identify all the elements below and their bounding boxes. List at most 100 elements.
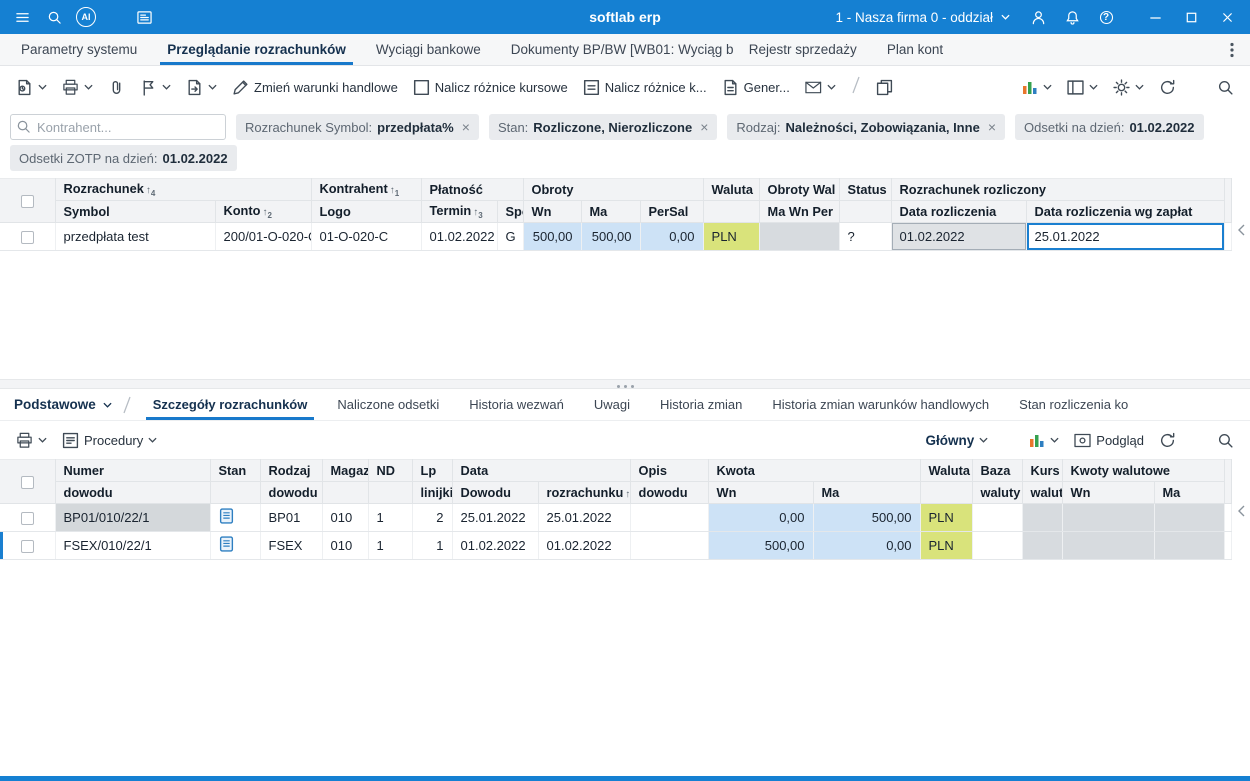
cell-magaz[interactable]: 010: [322, 503, 369, 532]
select-all-checkbox[interactable]: [20, 195, 34, 209]
notifications-button[interactable]: [1056, 2, 1088, 32]
col-group-lp[interactable]: Lp: [412, 459, 453, 482]
cell-stan[interactable]: [210, 503, 261, 532]
cell-status[interactable]: ?: [839, 222, 892, 251]
dtab-historia-zmian-warunkow[interactable]: Historia zmian warunków handlowych: [757, 389, 1004, 420]
detail-grid-search-button[interactable]: [1211, 427, 1240, 454]
refresh-button[interactable]: [1153, 74, 1182, 101]
cell-baza[interactable]: [972, 503, 1023, 532]
select-all-checkbox-cell[interactable]: [0, 459, 56, 504]
col-kw-ma[interactable]: Ma: [1154, 481, 1225, 504]
col-data-dowodu[interactable]: Dowodu: [452, 481, 539, 504]
col-baza-waluty[interactable]: waluty: [972, 481, 1023, 504]
detail-chart-button[interactable]: [1023, 428, 1065, 453]
cell-waluta[interactable]: PLN: [920, 531, 973, 560]
detail-view-selector[interactable]: Podstawowe: [10, 389, 116, 420]
tab-overflow-menu-button[interactable]: [1220, 34, 1244, 65]
col-opis-dowodu[interactable]: dowodu: [630, 481, 709, 504]
col-data-wg-zaplat[interactable]: Data rozliczenia wg zapłat: [1026, 200, 1225, 223]
cell-logo[interactable]: 01-O-020-C: [311, 222, 422, 251]
help-button[interactable]: ?: [1090, 2, 1122, 32]
cell-data-dowodu[interactable]: 25.01.2022: [452, 503, 539, 532]
procedures-button[interactable]: Procedury: [56, 427, 163, 454]
print-button[interactable]: [56, 74, 99, 101]
col-rodzaj-dowodu[interactable]: dowodu: [260, 481, 323, 504]
cell-kurs[interactable]: [1022, 531, 1063, 560]
col-stan-sub[interactable]: [210, 481, 261, 504]
col-kwota-wn[interactable]: Wn: [708, 481, 814, 504]
global-search-button[interactable]: [38, 2, 70, 32]
col-group-obroty-wal[interactable]: Obroty Wal: [759, 178, 840, 201]
row-checkbox[interactable]: [20, 231, 34, 245]
col-group-rozrachunek[interactable]: Rozrachunek ↑4: [55, 178, 312, 201]
attachments-button[interactable]: [102, 74, 131, 101]
cell-wn[interactable]: 500,00: [523, 222, 582, 251]
row-checkbox[interactable]: [20, 540, 34, 554]
cell-kw-wn[interactable]: [1062, 531, 1155, 560]
cell-rodzaj[interactable]: BP01: [260, 503, 323, 532]
col-status-sub[interactable]: [839, 200, 892, 223]
col-kw-wn[interactable]: Wn: [1062, 481, 1155, 504]
cell-baza[interactable]: [972, 531, 1023, 560]
export-document-button[interactable]: [180, 74, 223, 101]
preview-button[interactable]: Podgląd: [1068, 427, 1150, 454]
col-group-status[interactable]: Status: [839, 178, 892, 201]
filter-chip-odsetki[interactable]: Odsetki na dzień: 01.02.2022: [1015, 114, 1204, 140]
cell-kurs[interactable]: [1022, 503, 1063, 532]
col-group-rozliczony[interactable]: Rozrachunek rozliczony: [891, 178, 1225, 201]
cell-data-wg-zaplat-selected[interactable]: 25.01.2022: [1026, 222, 1225, 251]
cell-numer[interactable]: FSEX/010/22/1: [55, 531, 211, 560]
col-group-kontrahent[interactable]: Kontrahent ↑1: [311, 178, 422, 201]
window-minimize-button[interactable]: [1138, 2, 1172, 32]
col-group-nd[interactable]: ND: [368, 459, 413, 482]
cell-data-rozrachunku[interactable]: 25.01.2022: [538, 503, 631, 532]
dtab-naliczone-odsetki[interactable]: Naliczone odsetki: [322, 389, 454, 420]
col-waluta-sub[interactable]: [703, 200, 760, 223]
col-termin[interactable]: Termin ↑3: [421, 200, 498, 223]
chart-view-button[interactable]: [1016, 75, 1058, 100]
change-trade-terms-button[interactable]: Zmień warunki handlowe: [226, 74, 404, 101]
cell-persaldo[interactable]: 0,00: [640, 222, 704, 251]
cell-ma[interactable]: 500,00: [813, 503, 921, 532]
tab-przegladanie-rozrachunkow[interactable]: Przeglądanie rozrachunków: [152, 34, 361, 65]
right-panel-collapse[interactable]: [1232, 459, 1250, 517]
select-all-checkbox-cell[interactable]: [0, 178, 56, 223]
tab-parametry-systemu[interactable]: Parametry systemu: [6, 34, 152, 65]
col-konto[interactable]: Konto ↑2: [215, 200, 312, 223]
cell-data-dowodu[interactable]: 01.02.2022: [452, 531, 539, 560]
detail-print-button[interactable]: [10, 427, 53, 454]
contractor-search-input[interactable]: [10, 114, 226, 140]
send-email-button[interactable]: [799, 74, 842, 101]
col-group-obroty[interactable]: Obroty: [523, 178, 704, 201]
document-row-selected[interactable]: FSEX/010/22/1 FSEX 010 1 1 01.02.2022 01…: [0, 531, 1233, 560]
panels-button[interactable]: [128, 2, 160, 32]
hamburger-menu-button[interactable]: [6, 2, 38, 32]
col-group-opis[interactable]: Opis: [630, 459, 709, 482]
detail-view-name-selector[interactable]: Główny: [920, 428, 995, 453]
dtab-uwagi[interactable]: Uwagi: [579, 389, 645, 420]
col-data-rozliczenia[interactable]: Data rozliczenia: [891, 200, 1027, 223]
detail-refresh-button[interactable]: [1153, 427, 1182, 454]
col-group-waluta[interactable]: Waluta: [920, 459, 973, 482]
cell-kw-ma[interactable]: [1154, 503, 1225, 532]
col-group-data[interactable]: Data: [452, 459, 631, 482]
col-symbol[interactable]: Symbol: [55, 200, 216, 223]
ai-assistant-button[interactable]: AI: [70, 2, 102, 32]
filter-chip-stan[interactable]: Stan: Rozliczone, Nierozliczone ×: [488, 114, 718, 140]
cell-data-rozliczenia[interactable]: 01.02.2022: [891, 222, 1027, 251]
cell-wn[interactable]: 0,00: [708, 503, 814, 532]
col-lp-linijki[interactable]: linijki: [412, 481, 453, 504]
cell-lp[interactable]: 2: [412, 503, 453, 532]
chip-close-icon[interactable]: ×: [462, 119, 470, 135]
settlement-row[interactable]: przedpłata test 200/01-O-020-C 01-O-020-…: [0, 222, 1233, 251]
layout-panel-button[interactable]: [1061, 74, 1104, 101]
dtab-historia-wezwan[interactable]: Historia wezwań: [454, 389, 579, 420]
cell-kw-ma[interactable]: [1154, 531, 1225, 560]
chip-close-icon[interactable]: ×: [700, 119, 708, 135]
col-ma[interactable]: Ma: [581, 200, 641, 223]
dtab-szczegoly-rozrachunkow[interactable]: Szczegóły rozrachunków: [138, 389, 323, 420]
tab-plan-kont[interactable]: Plan kont: [872, 34, 958, 65]
cell-opis[interactable]: [630, 503, 709, 532]
cell-wn[interactable]: 500,00: [708, 531, 814, 560]
flag-button[interactable]: [134, 74, 177, 101]
